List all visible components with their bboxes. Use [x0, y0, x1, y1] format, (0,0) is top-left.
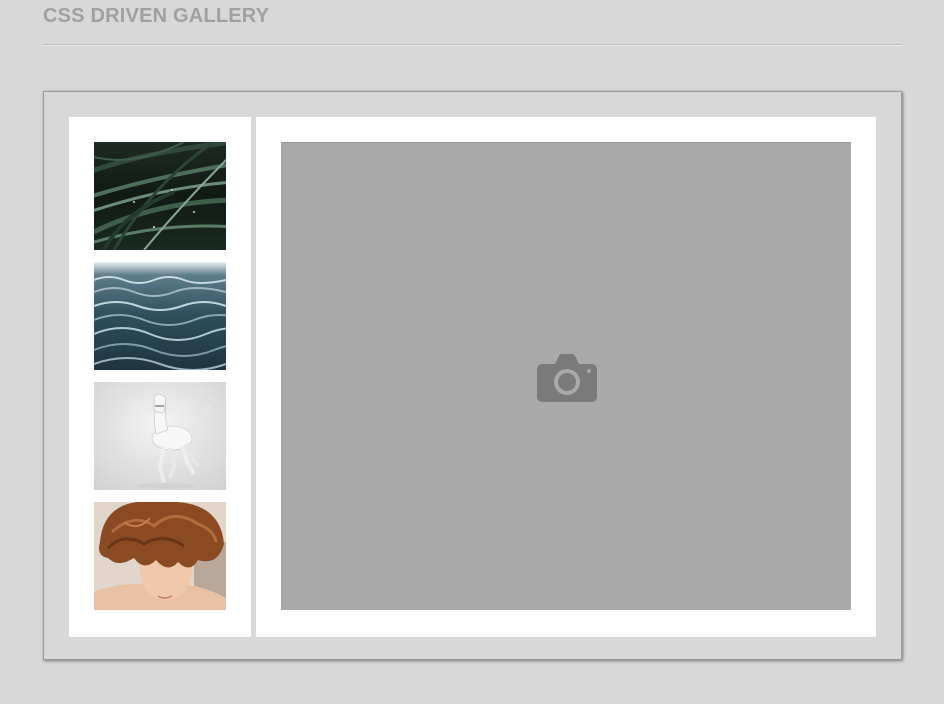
gallery-frame: [43, 91, 902, 660]
portrait-thumbnail[interactable]: [94, 502, 226, 610]
grass-thumbnail[interactable]: [94, 142, 226, 250]
page-title: CSS DRIVEN GALLERY: [43, 5, 270, 27]
water-image: [94, 262, 226, 370]
page: CSS DRIVEN GALLERY: [0, 0, 944, 704]
viewer-panel: [256, 117, 876, 637]
grass-image: [94, 142, 226, 250]
water-thumbnail[interactable]: [94, 262, 226, 370]
camera-icon: [537, 354, 597, 402]
main-image-placeholder: [281, 142, 851, 610]
thumbnail-panel: [69, 117, 251, 637]
header-divider: [43, 44, 902, 46]
portrait-image: [94, 502, 226, 610]
horse-thumbnail[interactable]: [94, 382, 226, 490]
horse-image: [94, 382, 226, 490]
